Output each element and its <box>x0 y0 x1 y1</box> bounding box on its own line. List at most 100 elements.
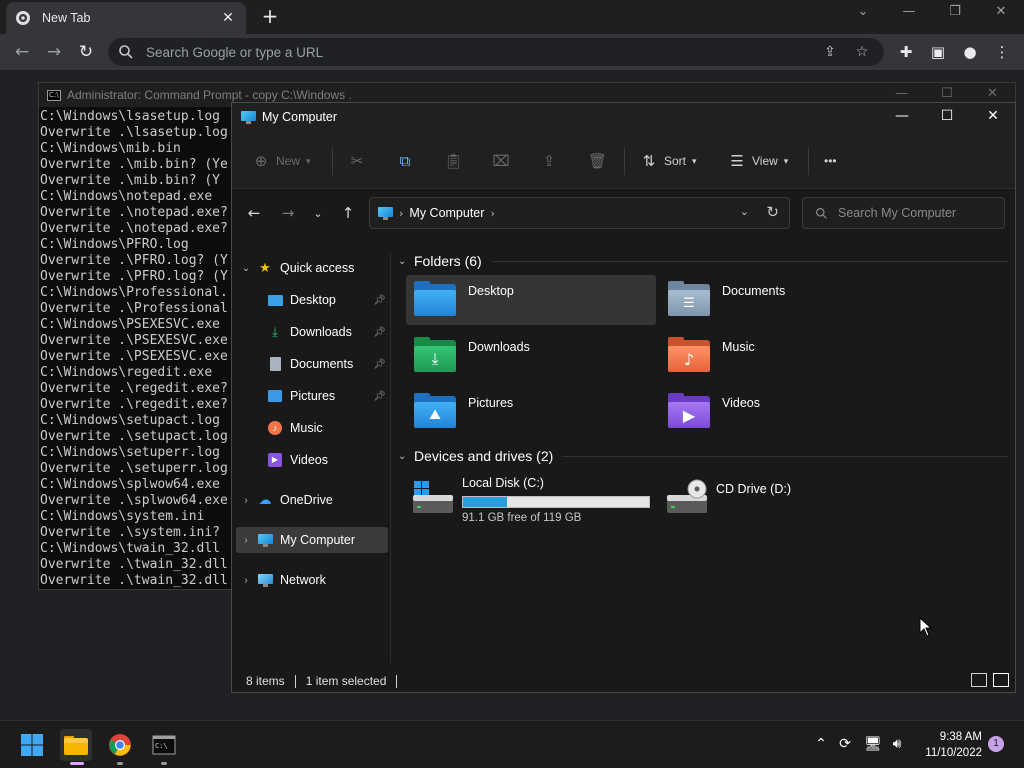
minimize-icon[interactable]: — <box>892 108 912 124</box>
cmd-minimize-icon[interactable]: — <box>895 86 908 101</box>
recent-locations-icon[interactable]: ⌄ <box>308 207 328 220</box>
view-button[interactable]: ☰ View ▾ <box>728 151 788 171</box>
forward-icon[interactable]: → <box>44 42 64 62</box>
cmd-output-line: C:\Windows\lsasetup.log <box>40 109 221 124</box>
copy-button[interactable]: ⧉ <box>396 151 420 171</box>
search-icon <box>119 45 133 59</box>
folder-desktop[interactable]: Desktop <box>406 275 656 325</box>
close-window-icon[interactable]: ✕ <box>991 4 1011 19</box>
pin-icon[interactable]: 📌︎ <box>373 359 386 370</box>
notification-badge[interactable]: 1 <box>988 736 1004 752</box>
nav-documents[interactable]: Documents 📌︎ <box>236 351 388 377</box>
folder-pictures[interactable]: ⛰ Pictures <box>406 387 656 437</box>
start-button[interactable] <box>16 729 48 761</box>
new-tab-button[interactable]: + <box>260 6 280 26</box>
volume-icon[interactable]: 🔊︎ <box>887 736 907 752</box>
cmd-output-line: Overwrite .\twain_32.dll <box>40 557 228 572</box>
extensions-icon[interactable]: ✚ <box>896 42 916 62</box>
network-tray-icon[interactable]: 🖥︎ <box>863 736 883 752</box>
folder-documents[interactable]: ☰ Documents <box>660 275 910 325</box>
nav-downloads[interactable]: ⤓ Downloads 📌︎ <box>236 319 388 345</box>
search-box[interactable] <box>802 197 1005 229</box>
chevron-right-icon[interactable]: › <box>236 535 256 546</box>
side-panel-icon[interactable]: ▣ <box>928 42 948 62</box>
drive-cd-d[interactable]: CD Drive (D:) <box>666 469 916 525</box>
cmd-output-line: C:\Windows\mib.bin <box>40 141 181 156</box>
documents-folder-icon: ☰ <box>666 280 712 320</box>
computer-icon <box>256 532 274 548</box>
clock[interactable]: 9:38 AM 11/10/2022 <box>912 729 982 761</box>
restore-icon[interactable]: ❐ <box>945 4 965 19</box>
drives-group-header[interactable]: ⌄ Devices and drives (2) <box>398 448 1008 464</box>
nav-quick-access[interactable]: ⌄ ★ Quick access <box>236 255 388 281</box>
cmd-close-icon[interactable]: ✕ <box>987 86 998 101</box>
folder-downloads[interactable]: ⤓ Downloads <box>406 331 656 381</box>
chrome-tab-new-tab[interactable]: New Tab ✕ <box>6 2 246 34</box>
folders-group-header[interactable]: ⌄ Folders (6) <box>398 253 1008 269</box>
copy-icon: ⧉ <box>399 152 411 170</box>
address-dropdown-icon[interactable]: ⌄ <box>740 205 749 218</box>
back-icon[interactable]: ← <box>244 204 264 222</box>
paste-button[interactable]: 📋︎ <box>444 151 468 171</box>
details-view-icon[interactable] <box>971 673 987 687</box>
see-more-button[interactable]: ••• <box>824 151 837 171</box>
share-icon[interactable]: ⇪ <box>818 44 842 60</box>
nav-my-computer[interactable]: › My Computer <box>236 527 388 553</box>
sort-button[interactable]: ⇅ Sort ▾ <box>640 151 697 171</box>
cmd-output-line: C:\Windows\setuperr.log <box>40 445 221 460</box>
delete-button[interactable]: 🗑︎ <box>588 151 612 171</box>
maximize-icon[interactable]: ☐ <box>937 108 957 124</box>
nav-videos[interactable]: ▶ Videos <box>236 447 388 473</box>
chrome-icon <box>109 734 131 756</box>
cmd-output-line: C:\Windows\notepad.exe <box>40 189 213 204</box>
address-bar[interactable]: › My Computer › ⌄ ↻ <box>369 197 790 229</box>
folder-music[interactable]: ♪ Music <box>660 331 910 381</box>
up-icon[interactable]: ↑ <box>338 204 358 222</box>
rename-button[interactable]: ⌧ <box>492 151 516 171</box>
cmd-output-line: Overwrite .\mib.bin? (Ye <box>40 157 228 172</box>
cmd-output[interactable]: C:\Windows\lsasetup.log Overwrite .\lsase… <box>39 109 231 589</box>
breadcrumb-my-computer[interactable]: My Computer <box>409 206 484 220</box>
share-button[interactable]: ⇪ <box>540 151 564 171</box>
nav-desktop[interactable]: Desktop 📌︎ <box>236 287 388 313</box>
bookmark-star-icon[interactable]: ☆ <box>850 44 874 60</box>
content-area: ⌄ Folders (6) Desktop ☰ Documents ⤓ Down… <box>398 249 1015 669</box>
menu-kebab-icon[interactable]: ⋮ <box>992 42 1012 62</box>
close-tab-icon[interactable]: ✕ <box>220 10 236 26</box>
tiles-view-icon[interactable] <box>993 673 1009 687</box>
back-icon[interactable]: ← <box>12 42 32 62</box>
chevron-right-icon[interactable]: › <box>236 575 256 586</box>
new-button[interactable]: ⊕ New ▾ <box>252 151 311 171</box>
cut-button[interactable]: ✂ <box>348 151 372 171</box>
sync-icon[interactable]: ⟳ <box>835 736 855 752</box>
chevron-right-icon[interactable]: › <box>236 495 256 506</box>
drive-local-disk-c[interactable]: Local Disk (C:) 91.1 GB free of 119 GB <box>412 469 662 525</box>
nav-music[interactable]: ♪ Music <box>236 415 388 441</box>
profile-icon[interactable]: ● <box>960 42 980 62</box>
folder-videos[interactable]: ▶ Videos <box>660 387 910 437</box>
refresh-icon[interactable]: ↻ <box>766 203 779 221</box>
file-explorer-window[interactable]: My Computer — ☐ ✕ ⊕ New ▾ ✂ ⧉ 📋︎ ⌧ ⇪ 🗑︎ … <box>231 102 1016 693</box>
cmd-output-line: C:\Windows\system.ini <box>40 509 205 524</box>
nav-pictures[interactable]: Pictures 📌︎ <box>236 383 388 409</box>
reload-icon[interactable]: ↻ <box>76 42 96 62</box>
forward-icon[interactable]: → <box>278 204 298 222</box>
cmd-maximize-icon[interactable]: ☐ <box>941 86 953 101</box>
taskbar-chrome[interactable] <box>104 729 136 765</box>
taskbar-command-prompt[interactable]: C:\ <box>148 729 180 765</box>
nav-onedrive[interactable]: › ☁ OneDrive <box>236 487 388 513</box>
nav-pane-divider[interactable] <box>390 253 391 663</box>
close-icon[interactable]: ✕ <box>983 108 1003 124</box>
pin-icon[interactable]: 📌︎ <box>373 391 386 402</box>
omnibox[interactable]: Search Google or type a URL ⇪ ☆ <box>108 38 884 66</box>
nav-network[interactable]: › Network <box>236 567 388 593</box>
tab-search-chevron-icon[interactable]: ⌄ <box>853 4 873 19</box>
taskbar-file-explorer[interactable] <box>60 729 92 765</box>
pin-icon[interactable]: 📌︎ <box>373 327 386 338</box>
chevron-down-icon[interactable]: ⌄ <box>236 263 256 274</box>
nav-label: Music <box>290 421 323 435</box>
minimize-icon[interactable]: — <box>899 4 919 19</box>
chevron-up-icon[interactable]: ⌃ <box>811 736 831 752</box>
search-input[interactable] <box>838 206 998 220</box>
pin-icon[interactable]: 📌︎ <box>373 295 386 306</box>
